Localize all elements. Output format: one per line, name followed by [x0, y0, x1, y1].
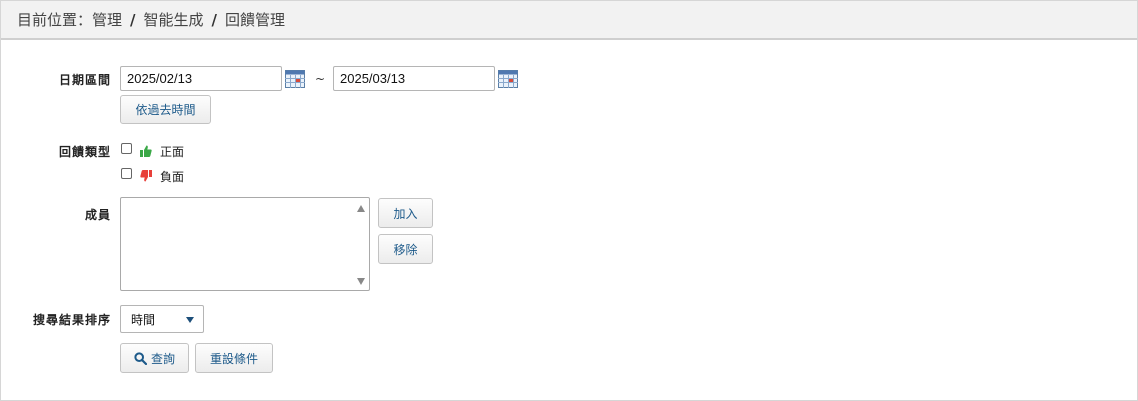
- date-range-tilde: ~: [315, 72, 326, 86]
- breadcrumb-item-smart-generation[interactable]: 智能生成: [144, 9, 204, 30]
- sort-select[interactable]: 時間: [120, 305, 204, 333]
- calendar-icon[interactable]: [285, 70, 305, 88]
- negative-label: 負面: [160, 170, 185, 184]
- thumbs-up-icon: [140, 145, 152, 157]
- breadcrumb-item-feedback-management: 回饋管理: [225, 11, 286, 29]
- feedback-type-label: 回饋類型: [58, 145, 111, 159]
- sort-select-value: 時間: [131, 312, 156, 327]
- breadcrumb: 目前位置：管理 / 智能生成 / 回饋管理: [1, 1, 1137, 40]
- search-icon: [134, 351, 147, 365]
- remove-member-button[interactable]: 移除: [378, 234, 433, 264]
- members-label: 成員: [84, 208, 111, 222]
- members-listbox[interactable]: [120, 197, 370, 291]
- sort-label: 搜尋結果排序: [32, 313, 111, 327]
- calendar-icon[interactable]: [498, 70, 518, 88]
- date-range-label: 日期區間: [58, 73, 111, 87]
- thumbs-down-icon: [140, 170, 152, 182]
- reset-button[interactable]: 重設條件: [195, 343, 273, 373]
- positive-label: 正面: [160, 145, 185, 159]
- add-member-button[interactable]: 加入: [378, 198, 433, 228]
- search-button-label: 查詢: [150, 351, 175, 366]
- negative-checkbox[interactable]: [121, 168, 132, 179]
- page-frame: 目前位置：管理 / 智能生成 / 回饋管理 日期區間 2025/02/13 ~ …: [0, 0, 1138, 401]
- chevron-down-icon: [186, 317, 194, 323]
- scroll-down-arrow-icon[interactable]: [357, 278, 365, 285]
- breadcrumb-separator: /: [130, 10, 136, 29]
- end-date-input[interactable]: 2025/03/13: [333, 66, 495, 91]
- scroll-up-arrow-icon[interactable]: [357, 205, 365, 212]
- past-time-button[interactable]: 依過去時間: [120, 95, 211, 124]
- positive-checkbox[interactable]: [121, 143, 132, 154]
- search-button[interactable]: 查詢: [120, 343, 189, 373]
- start-date-input[interactable]: 2025/02/13: [120, 66, 282, 91]
- breadcrumb-separator: /: [211, 10, 217, 29]
- breadcrumb-prefix: 目前位置：管理: [17, 11, 123, 29]
